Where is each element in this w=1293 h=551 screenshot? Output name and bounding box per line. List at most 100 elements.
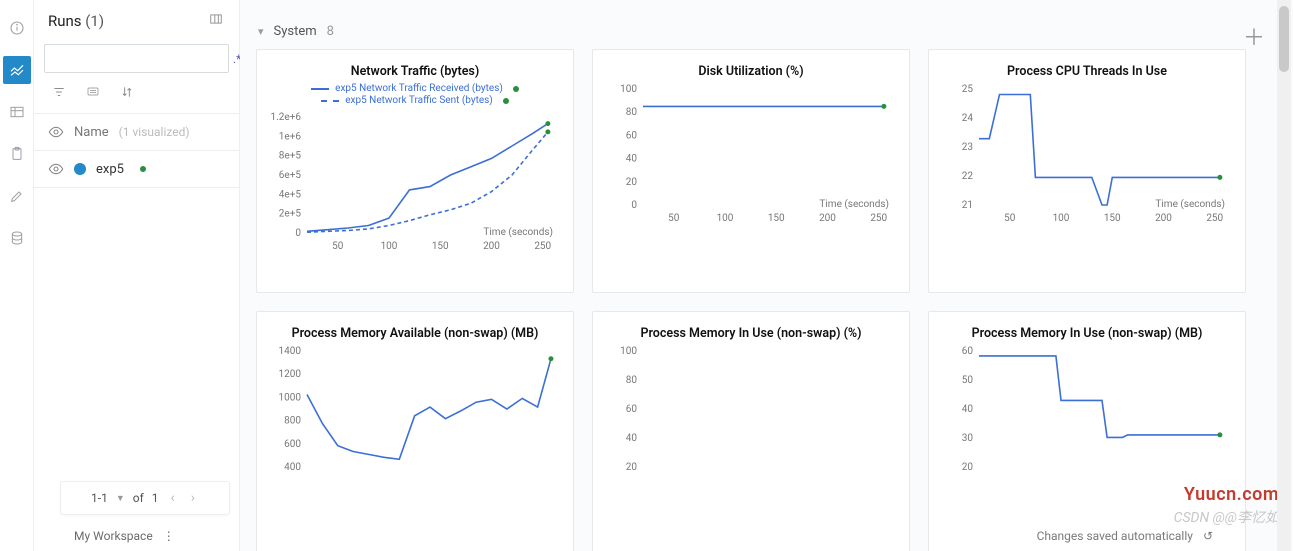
filter-icon[interactable] <box>52 85 66 103</box>
chart-card[interactable]: Process Memory Available (non-swap) (MB)… <box>256 311 574 551</box>
eye-icon[interactable] <box>48 124 64 140</box>
svg-text:30: 30 <box>962 433 974 444</box>
charts-icon[interactable] <box>3 56 31 84</box>
chart-plot: 2030405060 <box>935 345 1235 495</box>
chart-plot: 02e+54e+56e+58e+51e+61.2e+65010015020025… <box>263 111 563 261</box>
table-icon[interactable] <box>3 98 31 126</box>
chart-title: Process Memory In Use (non-swap) (%) <box>599 326 903 341</box>
svg-text:Time (seconds): Time (seconds) <box>483 226 553 238</box>
info-icon[interactable] <box>3 14 31 42</box>
svg-text:60: 60 <box>962 346 974 357</box>
icon-sidebar <box>0 0 34 551</box>
svg-text:800: 800 <box>284 416 301 427</box>
vertical-scrollbar[interactable] <box>1277 0 1291 551</box>
runs-toolbar <box>34 79 239 113</box>
charts-grid: Network Traffic (bytes) exp5 Network Traf… <box>256 47 1277 551</box>
chart-card[interactable]: Network Traffic (bytes) exp5 Network Traf… <box>256 49 574 293</box>
chart-title: Process Memory Available (non-swap) (MB) <box>263 326 567 341</box>
workspace-name[interactable]: My Workspace <box>74 529 153 543</box>
section-count: 8 <box>327 24 334 39</box>
svg-text:600: 600 <box>284 439 301 450</box>
chart-title: Process Memory In Use (non-swap) (MB) <box>935 326 1239 341</box>
runs-count: (1) <box>85 12 104 30</box>
svg-text:23: 23 <box>962 142 973 153</box>
chart-card[interactable]: Process CPU Threads In Use21222324255010… <box>928 49 1246 293</box>
brush-icon[interactable] <box>3 182 31 210</box>
svg-text:0: 0 <box>295 228 301 239</box>
svg-text:100: 100 <box>717 213 734 224</box>
chart-title: Network Traffic (bytes) <box>263 64 567 79</box>
chart-card[interactable]: Process Memory In Use (non-swap) (%)2040… <box>592 311 910 551</box>
app-root: Runs (1) .* Name (1 visualized) exp <box>0 0 1293 551</box>
run-status-dot <box>140 166 146 172</box>
scrollbar-thumb[interactable] <box>1279 6 1289 72</box>
save-status: Changes saved automatically ↺ <box>1037 529 1213 543</box>
section-title: System <box>274 24 317 39</box>
svg-text:20: 20 <box>962 462 974 473</box>
svg-text:6e+5: 6e+5 <box>279 170 302 181</box>
svg-text:40: 40 <box>962 404 974 415</box>
svg-text:80: 80 <box>626 107 638 118</box>
pager-range: 1-1 <box>91 491 108 505</box>
clipboard-icon[interactable] <box>3 140 31 168</box>
svg-text:250: 250 <box>1206 213 1223 224</box>
chart-title: Process CPU Threads In Use <box>935 64 1239 79</box>
svg-text:250: 250 <box>534 241 551 252</box>
columns-icon[interactable] <box>207 12 225 30</box>
svg-text:150: 150 <box>1104 213 1121 224</box>
runs-list: Name (1 visualized) exp5 <box>34 113 239 188</box>
runs-list-item[interactable]: exp5 <box>34 151 239 188</box>
section-header[interactable]: ▾ System 8 <box>256 6 1277 47</box>
runs-header: Runs (1) <box>34 0 239 38</box>
svg-text:100: 100 <box>620 84 637 95</box>
svg-text:8e+5: 8e+5 <box>279 151 302 162</box>
save-status-text: Changes saved automatically <box>1037 529 1193 543</box>
kebab-icon[interactable]: ⋮ <box>163 529 175 543</box>
svg-text:400: 400 <box>284 462 301 473</box>
svg-text:200: 200 <box>483 241 500 252</box>
eye-icon[interactable] <box>48 161 64 177</box>
svg-text:1400: 1400 <box>279 346 302 357</box>
legend-label: exp5 Network Traffic Sent (bytes) <box>345 95 493 107</box>
undo-icon[interactable]: ↺ <box>1203 529 1213 543</box>
svg-text:0: 0 <box>631 200 637 211</box>
detail-icon[interactable] <box>84 86 102 102</box>
svg-text:25: 25 <box>962 84 974 95</box>
pager-of: of <box>133 491 144 505</box>
pager-next[interactable]: › <box>187 490 199 506</box>
chevron-down-icon[interactable]: ▾ <box>258 25 264 38</box>
svg-text:Time (seconds): Time (seconds) <box>819 198 889 210</box>
database-icon[interactable] <box>3 224 31 252</box>
svg-text:20: 20 <box>626 177 638 188</box>
svg-text:50: 50 <box>668 213 680 224</box>
runs-search[interactable]: .* <box>44 44 229 73</box>
svg-text:22: 22 <box>962 171 974 182</box>
svg-text:1.2e+6: 1.2e+6 <box>271 112 302 123</box>
search-input[interactable] <box>53 50 233 67</box>
runs-list-header[interactable]: Name (1 visualized) <box>34 114 239 151</box>
svg-text:150: 150 <box>768 213 785 224</box>
chart-plot: 02040608010050100150200250Time (seconds) <box>599 83 899 233</box>
chart-card[interactable]: Disk Utilization (%)02040608010050100150… <box>592 49 910 293</box>
sort-icon[interactable] <box>120 85 134 103</box>
svg-text:1000: 1000 <box>279 392 302 403</box>
chart-title: Disk Utilization (%) <box>599 64 903 79</box>
pager-total: 1 <box>152 491 159 505</box>
add-panel-button[interactable]: ＋ <box>1243 28 1265 50</box>
runs-title: Runs (1) <box>48 12 207 30</box>
svg-text:Time (seconds): Time (seconds) <box>1155 198 1225 210</box>
pager-prev[interactable]: ‹ <box>167 490 179 506</box>
chart-card[interactable]: Process Memory In Use (non-swap) (MB) 20 3… <box>928 311 1246 551</box>
workspace-footer: My Workspace ⋮ <box>74 529 175 543</box>
main-area: ▾ System 8 ＋ Network Traffic (bytes) exp5… <box>240 0 1293 551</box>
chevron-down-icon[interactable]: ▼ <box>116 493 125 504</box>
chart-legend: exp5 Network Traffic Received (bytes)exp… <box>263 83 567 107</box>
svg-text:100: 100 <box>1053 213 1070 224</box>
svg-text:21: 21 <box>962 200 973 211</box>
svg-text:200: 200 <box>819 213 836 224</box>
svg-text:100: 100 <box>620 346 637 357</box>
runs-pager: 1-1 ▼ of 1 ‹ › <box>60 481 230 515</box>
svg-text:24: 24 <box>962 113 974 124</box>
svg-text:200: 200 <box>1155 213 1172 224</box>
svg-text:100: 100 <box>381 241 398 252</box>
